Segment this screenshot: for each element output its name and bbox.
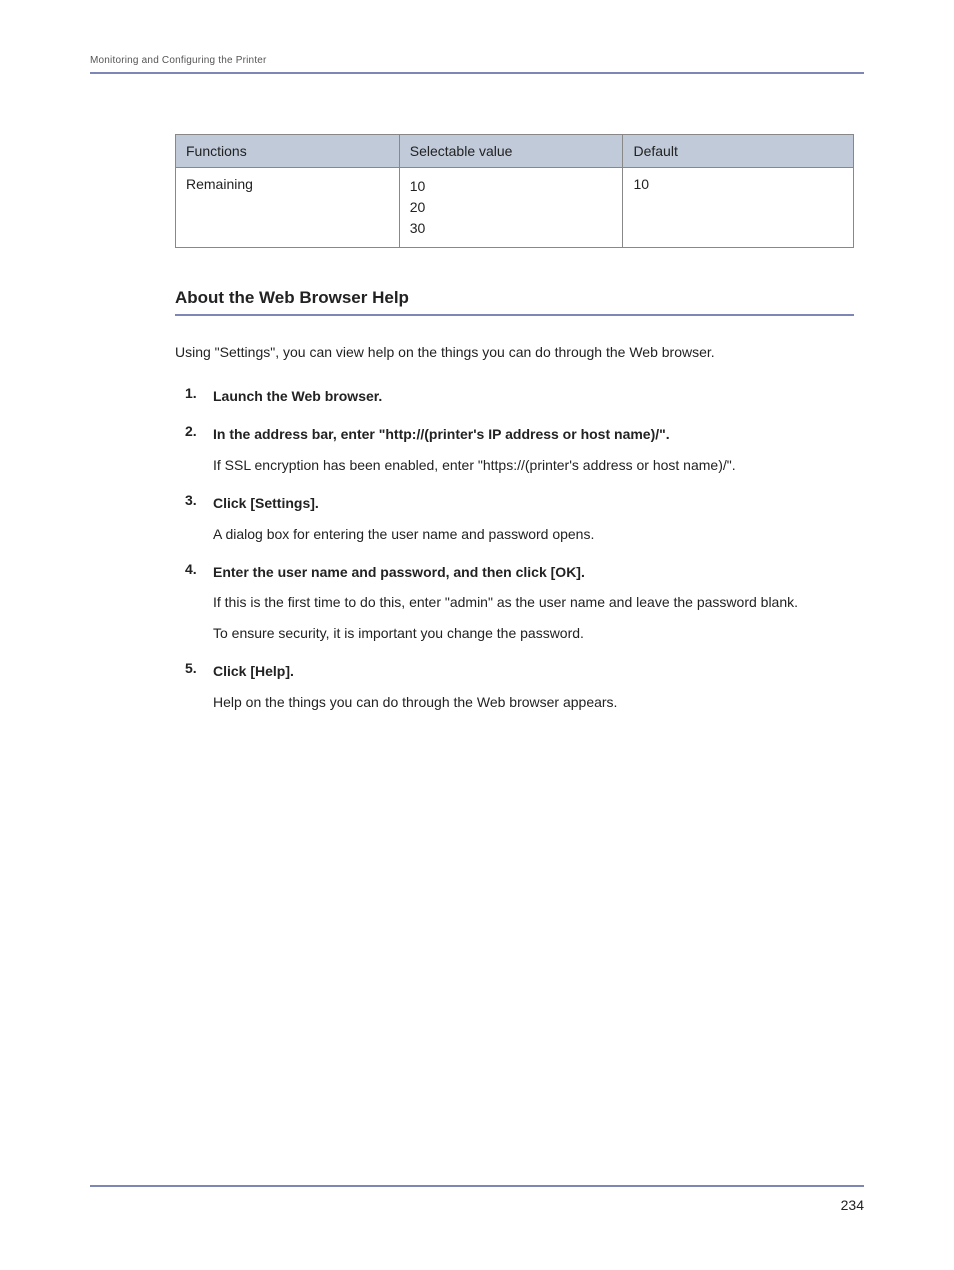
step-item: In the address bar, enter "http://(print… — [185, 423, 854, 476]
table-header-row: Functions Selectable value Default — [176, 135, 854, 168]
col-header-functions: Functions — [176, 135, 400, 168]
cell-default: 10 — [623, 168, 854, 248]
section-heading: About the Web Browser Help — [175, 288, 854, 316]
page-footer: 234 — [90, 1185, 864, 1215]
section-intro: Using "Settings", you can view help on t… — [175, 342, 854, 363]
breadcrumb: Monitoring and Configuring the Printer — [90, 55, 864, 66]
page-header: Monitoring and Configuring the Printer — [90, 55, 864, 74]
step-title: Click [Help]. — [213, 660, 854, 682]
step-item: Click [Help]. Help on the things you can… — [185, 660, 854, 713]
col-header-selectable: Selectable value — [399, 135, 623, 168]
step-item: Click [Settings]. A dialog box for enter… — [185, 492, 854, 545]
step-detail: If this is the first time to do this, en… — [213, 591, 854, 613]
col-header-default: Default — [623, 135, 854, 168]
steps-list: Launch the Web browser. In the address b… — [175, 385, 854, 713]
step-title: Launch the Web browser. — [213, 385, 854, 407]
step-title: Enter the user name and password, and th… — [213, 561, 854, 583]
step-item: Launch the Web browser. — [185, 385, 854, 407]
step-title: In the address bar, enter "http://(print… — [213, 423, 854, 445]
functions-table: Functions Selectable value Default Remai… — [175, 134, 854, 248]
table-row: Remaining 10 20 30 10 — [176, 168, 854, 248]
step-item: Enter the user name and password, and th… — [185, 561, 854, 644]
step-detail: To ensure security, it is important you … — [213, 622, 854, 644]
cell-selectable: 10 20 30 — [399, 168, 623, 248]
step-detail: If SSL encryption has been enabled, ente… — [213, 454, 854, 476]
step-title: Click [Settings]. — [213, 492, 854, 514]
step-detail: A dialog box for entering the user name … — [213, 523, 854, 545]
cell-functions: Remaining — [176, 168, 400, 248]
step-detail: Help on the things you can do through th… — [213, 691, 854, 713]
main-content: Functions Selectable value Default Remai… — [90, 134, 864, 713]
page-number: 234 — [841, 1197, 864, 1213]
